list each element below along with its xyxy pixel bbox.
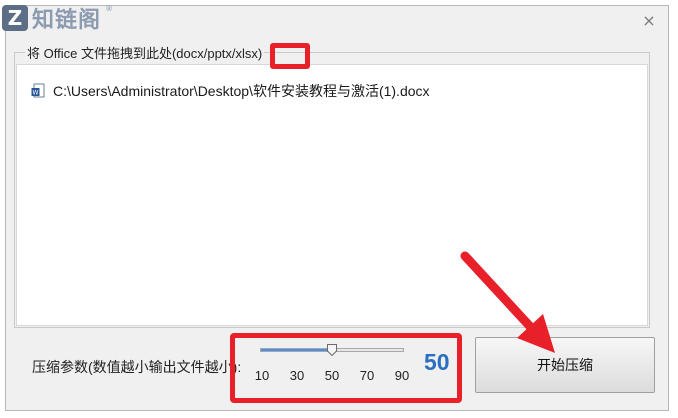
red-arrow-annotation	[460, 251, 555, 353]
drop-zone-title: 将 Office 文件拖拽到此处(docx/pptx/xlsx)	[25, 43, 265, 62]
file-path: C:\Users\Administrator\Desktop\软件安装教程与激活…	[53, 83, 430, 99]
logo-text: 知链阁	[32, 8, 102, 33]
logo-registered-mark: ®	[105, 3, 114, 13]
watermark-logo: Z 知链阁 ®	[2, 3, 113, 33]
svg-text:W: W	[33, 90, 39, 97]
word-doc-icon: W	[31, 83, 45, 98]
highlight-box-formats	[270, 43, 310, 69]
file-list-item[interactable]: W C:\Users\Administrator\Desktop\软件安装教程与…	[31, 81, 430, 101]
logo-mark: Z	[2, 5, 28, 31]
highlight-box-slider	[230, 333, 462, 403]
close-icon[interactable]: ×	[640, 12, 658, 30]
compression-label: 压缩参数(数值越小输出文件越小):	[32, 359, 242, 375]
